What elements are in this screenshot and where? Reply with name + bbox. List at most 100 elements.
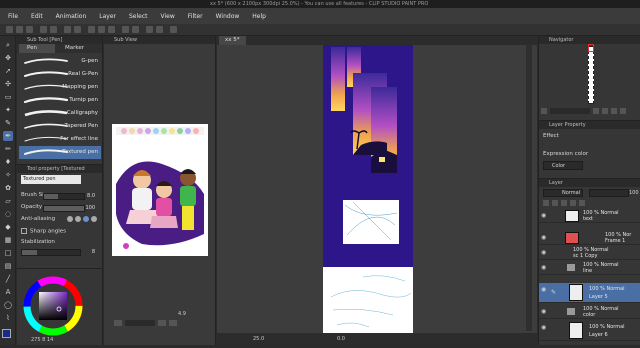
reference-layer-icon[interactable] xyxy=(552,200,558,206)
navigator-viewport-frame[interactable] xyxy=(588,44,594,52)
rotate-left-icon[interactable] xyxy=(602,108,608,114)
menu-layer[interactable]: Layer xyxy=(99,13,116,20)
gradient-tool-icon[interactable]: ▦ xyxy=(3,235,13,245)
anti-aliasing-options[interactable] xyxy=(67,216,97,224)
menu-help[interactable]: Help xyxy=(252,13,266,20)
rotate-right-icon[interactable] xyxy=(611,108,617,114)
opacity-value[interactable]: 100 xyxy=(85,205,95,211)
stabilization-slider-row[interactable]: 8 xyxy=(21,248,101,257)
text-tool-icon[interactable]: A xyxy=(3,287,13,297)
clip-studio-icon[interactable] xyxy=(146,26,153,33)
eyedropper-tool-icon[interactable]: ✎ xyxy=(3,118,13,128)
main-color-swatch[interactable] xyxy=(2,329,11,338)
redo-icon[interactable] xyxy=(50,26,57,33)
balloon-tool-icon[interactable]: ◯ xyxy=(3,300,13,310)
menu-edit[interactable]: Edit xyxy=(31,13,43,20)
pencil-tool-icon[interactable]: ✏ xyxy=(3,144,13,154)
figure-tool-icon[interactable]: □ xyxy=(3,248,13,258)
decoration-tool-icon[interactable]: ✿ xyxy=(3,183,13,193)
mask-icon[interactable] xyxy=(579,200,585,206)
navigator-preview[interactable] xyxy=(588,46,594,104)
stabilization-value[interactable]: 8 xyxy=(92,249,95,255)
aa-strong-icon[interactable] xyxy=(91,216,97,222)
canvas-document[interactable] xyxy=(323,45,413,335)
tab-pen[interactable]: Pen xyxy=(19,44,55,53)
opacity-slider[interactable] xyxy=(43,205,85,212)
settings-icon[interactable] xyxy=(170,26,177,33)
layer-row[interactable]: ◉ 100 % Normal line xyxy=(539,261,640,275)
visibility-eye-icon[interactable]: ◉ xyxy=(541,264,548,271)
brush-item-selected[interactable]: Textured pen xyxy=(19,146,101,159)
visibility-eye-icon[interactable]: ◉ xyxy=(541,234,548,241)
layer-row[interactable]: ◉ 100 % Normal text xyxy=(539,209,640,223)
correct-line-tool-icon[interactable]: ⌇ xyxy=(3,313,13,323)
color-wheel[interactable] xyxy=(17,269,103,346)
visibility-eye-icon[interactable]: ◉ xyxy=(541,308,548,315)
zoom-out-icon[interactable] xyxy=(114,320,122,326)
clear-icon[interactable] xyxy=(64,26,71,33)
layer-row[interactable]: ◉ 100 % Normal Layer 6 xyxy=(539,321,640,341)
reference-image[interactable] xyxy=(112,124,208,256)
sharp-angles-checkbox[interactable] xyxy=(21,228,27,234)
aa-none-icon[interactable] xyxy=(67,216,73,222)
canvas-tab[interactable]: xx 5* xyxy=(219,36,246,45)
zoom-slider[interactable] xyxy=(125,320,155,326)
expression-color-select[interactable]: Color xyxy=(543,161,583,170)
operation-tool-icon[interactable]: ➚ xyxy=(3,66,13,76)
preset-name[interactable]: Textured pen xyxy=(21,175,81,184)
brush-size-slider[interactable] xyxy=(43,193,85,200)
new-icon[interactable] xyxy=(6,26,13,33)
zoom-in-icon[interactable] xyxy=(158,320,166,326)
invert-selection-icon[interactable] xyxy=(108,26,115,33)
undo-icon[interactable] xyxy=(40,26,47,33)
layer-row[interactable]: ◉ 100 % Nor Frame 1 xyxy=(539,231,640,245)
ruler-tool-icon[interactable]: ╱ xyxy=(3,274,13,284)
clip-layer-icon[interactable] xyxy=(543,200,549,206)
blend-tool-icon[interactable]: ◌ xyxy=(3,209,13,219)
sharp-angles-row[interactable]: Sharp angles xyxy=(21,228,101,237)
lock-transparency-icon[interactable] xyxy=(561,200,567,206)
zoom-slider[interactable] xyxy=(550,108,590,114)
ruler-icon[interactable] xyxy=(132,26,139,33)
layer-row[interactable]: ◉ 100 % Normal color xyxy=(539,305,640,319)
stabilization-row[interactable]: Stabilization xyxy=(21,239,101,248)
visibility-eye-icon[interactable]: ◉ xyxy=(541,249,548,256)
anti-aliasing-row[interactable]: Anti-aliasing xyxy=(21,216,101,225)
airbrush-tool-icon[interactable]: ✧ xyxy=(3,170,13,180)
fill-tool-icon[interactable]: ◆ xyxy=(3,222,13,232)
layer-opacity-slider[interactable] xyxy=(589,189,629,197)
brush-item[interactable]: Turnip pen xyxy=(19,94,101,107)
zoom-tool-icon[interactable]: ⌕ xyxy=(3,40,13,50)
stabilization-slider[interactable] xyxy=(21,249,81,256)
move-layer-tool-icon[interactable]: ✣ xyxy=(3,79,13,89)
zoom-value[interactable]: 25.0 xyxy=(253,333,264,345)
deselect-icon[interactable] xyxy=(98,26,105,33)
selection-tool-icon[interactable]: ▭ xyxy=(3,92,13,102)
pen-tool-icon[interactable]: ✒ xyxy=(3,131,13,141)
aa-weak-icon[interactable] xyxy=(75,216,81,222)
tab-marker[interactable]: Marker xyxy=(57,44,97,53)
brush-item[interactable]: Real G-Pen xyxy=(19,68,101,81)
frame-tool-icon[interactable]: ▤ xyxy=(3,261,13,271)
brush-item[interactable]: G-pen xyxy=(19,55,101,68)
layer-opacity-value[interactable]: 100 xyxy=(629,190,639,196)
flip-icon[interactable] xyxy=(620,108,626,114)
transform-icon[interactable] xyxy=(88,26,95,33)
open-icon[interactable] xyxy=(16,26,23,33)
menu-filter[interactable]: Filter xyxy=(188,13,203,20)
menu-animation[interactable]: Animation xyxy=(56,13,87,20)
blend-mode-select[interactable]: Normal xyxy=(543,189,583,197)
assets-icon[interactable] xyxy=(156,26,163,33)
fit-icon[interactable] xyxy=(169,320,177,326)
visibility-eye-icon[interactable]: ◉ xyxy=(541,286,548,293)
brush-item[interactable]: For effect line xyxy=(19,133,101,146)
brush-tool-icon[interactable]: ♦ xyxy=(3,157,13,167)
layer-row-selected[interactable]: ◉ ✎ 100 % Normal Layer 5 xyxy=(539,283,640,303)
layer-row[interactable]: ◉ 100 % Normal sc 1 Copy xyxy=(539,246,640,260)
brush-item[interactable]: Mapping pen xyxy=(19,81,101,94)
visibility-eye-icon[interactable]: ◉ xyxy=(541,324,548,331)
save-icon[interactable] xyxy=(26,26,33,33)
vertical-scrollbar[interactable] xyxy=(526,45,532,331)
menu-window[interactable]: Window xyxy=(216,13,240,20)
zoom-out-icon[interactable] xyxy=(541,108,547,114)
